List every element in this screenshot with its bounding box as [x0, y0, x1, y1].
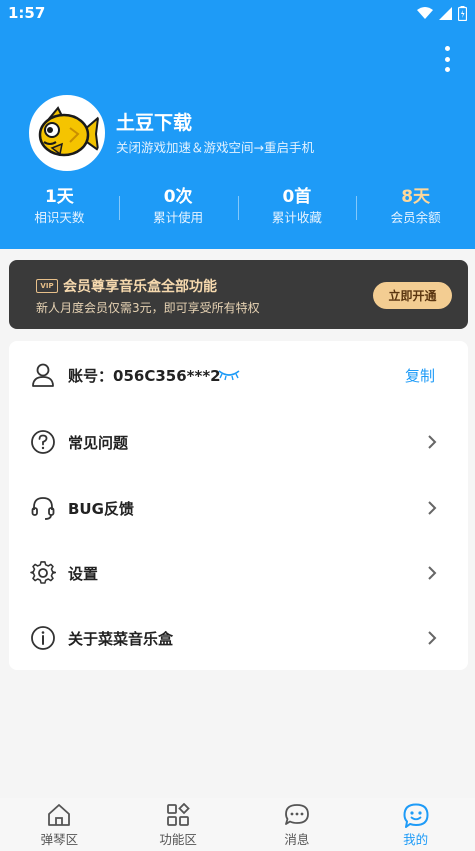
fish-avatar-icon	[32, 98, 102, 168]
tab-label: 弹琴区	[40, 832, 79, 847]
status-bar: 1:57	[0, 0, 475, 26]
account-value: 056C356***2	[113, 366, 221, 385]
menu-item-label: 关于菜菜音乐盒	[68, 629, 174, 648]
tab-messages[interactable]: 消息	[238, 798, 357, 851]
account-row: 账号：056C356***2 复制	[9, 347, 468, 403]
stat-label: 相识天数	[34, 210, 85, 225]
bottom-tab-bar: 弹琴区 功能区 消息 我的	[0, 798, 475, 851]
more-dot	[444, 46, 450, 51]
signal-icon	[439, 6, 452, 20]
user-icon	[32, 363, 54, 387]
tab-profile[interactable]: 我的	[356, 798, 475, 851]
tab-piano[interactable]: 弹琴区	[0, 798, 119, 851]
menu-item-label: 常见问题	[68, 433, 129, 452]
wifi-icon	[417, 6, 433, 19]
grid-icon	[167, 803, 190, 826]
menu-item-label: 设置	[68, 564, 99, 583]
eye-closed-icon[interactable]	[217, 368, 241, 382]
more-dot	[444, 56, 450, 62]
vip-badge-icon: VIP	[36, 279, 58, 293]
status-icons	[417, 5, 467, 21]
avatar[interactable]	[29, 95, 105, 171]
tab-features[interactable]: 功能区	[119, 798, 238, 851]
info-circle-icon	[31, 626, 55, 650]
stat-value: 8天	[401, 187, 431, 207]
account-text: 账号：056C356***2	[68, 365, 221, 386]
vip-description: 新人月度会员仅需3元，即可享受所有特权	[36, 301, 260, 315]
stat-label: 会员余额	[390, 210, 441, 225]
account-label: 账号：	[68, 366, 114, 385]
stat-label: 累计使用	[153, 210, 204, 225]
stats-row: 1天 相识天数 0次 累计使用 0首 累计收藏 8天 会员余额	[0, 186, 475, 230]
copy-button[interactable]: 复制	[405, 365, 435, 386]
more-options-button[interactable]	[439, 46, 455, 72]
stat-total-favorites: 0首 累计收藏	[237, 186, 357, 230]
vip-title: 会员尊享音乐盒全部功能	[63, 279, 217, 295]
profile-subtitle: 关闭游戏加速＆游戏空间→重启手机	[116, 140, 314, 155]
battery-icon	[458, 5, 467, 21]
chevron-right-icon	[428, 501, 437, 515]
stat-days-known: 1天 相识天数	[0, 186, 119, 230]
help-circle-icon	[31, 430, 55, 454]
chevron-right-icon	[428, 631, 437, 645]
profile-header: 1:57 土豆下载 关闭游戏加速＆游戏空间→重启手机 1天 相识天数 0次 累计…	[0, 0, 475, 249]
chevron-right-icon	[428, 566, 437, 580]
profile-name: 土豆下载	[116, 112, 193, 134]
vip-open-button[interactable]: 立即开通	[373, 282, 452, 309]
tab-label: 消息	[284, 832, 310, 847]
chevron-right-icon	[428, 435, 437, 449]
menu-card: 账号：056C356***2 复制 常见问题 BUG反馈 设置 关于菜菜音乐盒	[9, 341, 468, 670]
vip-banner[interactable]: VIP 会员尊享音乐盒全部功能 新人月度会员仅需3元，即可享受所有特权 立即开通	[9, 260, 468, 329]
profile-icon	[403, 803, 429, 828]
tab-label: 功能区	[159, 832, 197, 847]
status-time: 1:57	[8, 4, 46, 22]
stat-value: 0次	[163, 187, 193, 207]
more-dot	[444, 67, 450, 72]
menu-item-faq[interactable]: 常见问题	[9, 414, 468, 470]
stat-value: 1天	[44, 187, 74, 207]
home-icon	[48, 804, 71, 826]
chat-icon	[284, 804, 309, 825]
stat-total-uses: 0次 累计使用	[118, 186, 238, 230]
gear-icon	[30, 561, 56, 584]
menu-item-label: BUG反馈	[68, 499, 134, 518]
menu-item-about[interactable]: 关于菜菜音乐盒	[9, 610, 468, 666]
stat-value: 0首	[282, 187, 312, 207]
tab-label: 我的	[403, 832, 429, 847]
headset-icon	[31, 497, 55, 520]
stat-label: 累计收藏	[271, 210, 322, 225]
menu-item-settings[interactable]: 设置	[9, 545, 468, 601]
menu-item-bug-feedback[interactable]: BUG反馈	[9, 480, 468, 536]
stat-vip-balance: 8天 会员余额	[356, 186, 475, 230]
